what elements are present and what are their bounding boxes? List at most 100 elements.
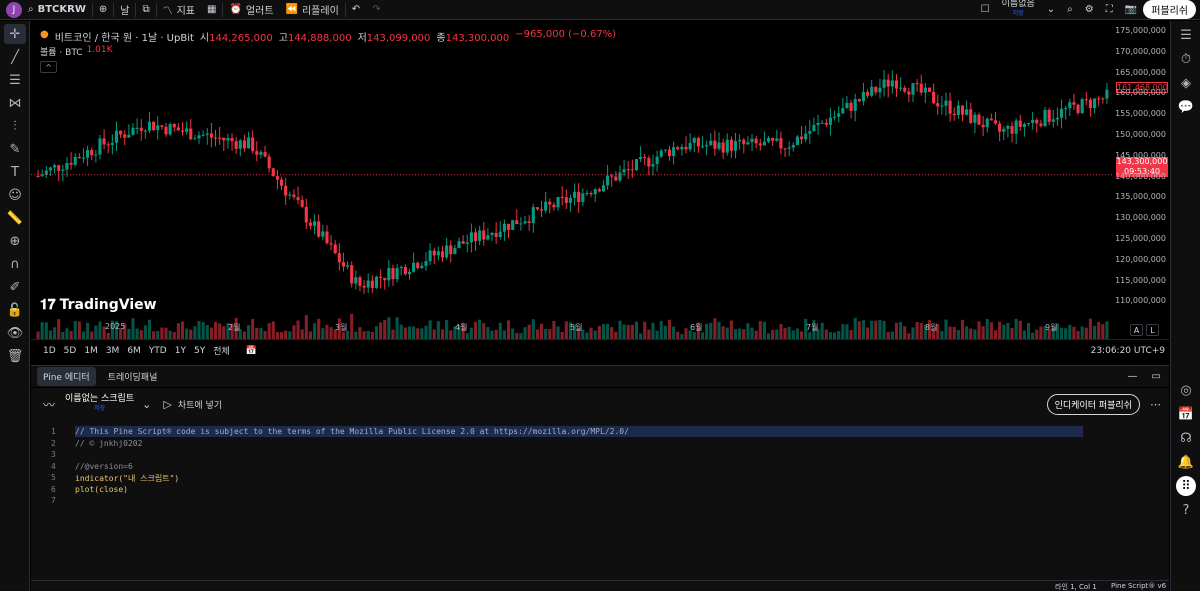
- interval-button[interactable]: 날: [114, 0, 135, 20]
- snapshot-button[interactable]: 📷: [1119, 0, 1143, 20]
- candle-body: [647, 157, 651, 167]
- fib-icon[interactable]: ☰: [4, 70, 26, 90]
- code-editor[interactable]: 1 // This Pine Script® code is subject to…: [31, 420, 1169, 580]
- layers-icon[interactable]: ◈: [1175, 73, 1197, 93]
- chevron-down-icon[interactable]: ⌄: [142, 398, 151, 411]
- pattern-icon[interactable]: ⋈: [4, 93, 26, 113]
- volume-bar: [36, 331, 40, 339]
- magnet-icon[interactable]: ∩: [4, 254, 26, 274]
- code-line[interactable]: plot(close): [75, 485, 128, 494]
- goto-date-icon[interactable]: 📅: [242, 346, 261, 356]
- candle-body: [193, 138, 197, 140]
- candle-body: [622, 169, 626, 173]
- alert-button[interactable]: ⏰ 얼러트: [223, 0, 279, 20]
- watchlist-icon[interactable]: ☰: [1175, 25, 1197, 45]
- calendar-icon[interactable]: 📅: [1175, 404, 1197, 424]
- alerts-clock-icon[interactable]: ⏱: [1175, 49, 1197, 69]
- legend-collapse-button[interactable]: ^: [40, 61, 57, 73]
- trash-icon[interactable]: 🗑: [4, 346, 26, 366]
- templates-button[interactable]: ▦: [201, 0, 222, 20]
- range-1d[interactable]: 1D: [39, 346, 60, 356]
- fullscreen-button[interactable]: ⛶: [1100, 0, 1119, 20]
- text-icon[interactable]: T: [4, 162, 26, 182]
- symbol-title[interactable]: 비트코인 / 한국 원 · 1날 · UpBit: [55, 29, 194, 44]
- code-line[interactable]: indicator("내 스크립트"): [75, 473, 179, 484]
- cursor-position[interactable]: 라인 1, Col 1: [1055, 582, 1097, 591]
- target-icon[interactable]: ◎: [1175, 380, 1197, 400]
- range-5d[interactable]: 5D: [60, 346, 81, 356]
- trendline-icon[interactable]: ╱: [4, 47, 26, 67]
- user-avatar[interactable]: J: [6, 1, 22, 18]
- forecast-icon[interactable]: ⫶: [4, 116, 26, 136]
- publish-button[interactable]: 퍼블리쉬: [1143, 0, 1196, 19]
- code-line[interactable]: // This Pine Script® code is subject to …: [75, 427, 629, 436]
- maximize-icon[interactable]: ▭: [1152, 371, 1161, 382]
- rss-icon[interactable]: ☊: [1175, 428, 1197, 448]
- chat-icon[interactable]: 💬: [1175, 97, 1197, 117]
- candle-body: [176, 127, 180, 131]
- layout-name[interactable]: 이름없음 저장: [996, 0, 1041, 20]
- settings-button[interactable]: ⚙: [1079, 0, 1100, 20]
- range-5y[interactable]: 5Y: [190, 346, 209, 356]
- bell-icon[interactable]: 🔔: [1175, 452, 1197, 472]
- brush-icon[interactable]: ✎: [4, 139, 26, 159]
- candle-body: [449, 245, 453, 255]
- volume-bar: [279, 332, 284, 339]
- apps-icon[interactable]: ⠿: [1176, 476, 1196, 496]
- quick-search-button[interactable]: ⌕: [1061, 0, 1079, 20]
- price-axis[interactable]: 161,468,000 143,300,000 09:53:40 A L ⚙ 1…: [1114, 21, 1170, 354]
- pencil-lock-icon[interactable]: ✐: [4, 277, 26, 297]
- candle-body: [626, 169, 630, 171]
- volume-bar: [189, 329, 193, 339]
- script-name[interactable]: 이름없는 스크립트 저장: [65, 395, 134, 413]
- candle-body: [932, 91, 936, 104]
- volume-bar: [857, 321, 861, 339]
- crosshair-icon[interactable]: ✛: [4, 24, 26, 44]
- more-icon[interactable]: ⋯: [1150, 398, 1161, 411]
- lock-icon[interactable]: 🔓: [4, 300, 26, 320]
- layout-toggle[interactable]: ☐: [975, 0, 996, 20]
- tab-trading-panel[interactable]: 트레이딩패널: [102, 367, 164, 386]
- range-3m[interactable]: 3M: [102, 346, 124, 356]
- code-line[interactable]: // © jnkhj0202: [75, 439, 142, 448]
- candle-body: [771, 137, 775, 141]
- layout-menu-button[interactable]: ⌄: [1041, 0, 1061, 20]
- replay-button[interactable]: ⏪ 리플레이: [280, 0, 345, 20]
- volume-bar: [407, 326, 412, 339]
- range-6m[interactable]: 6M: [123, 346, 145, 356]
- chart-type-button[interactable]: ⧉: [136, 0, 155, 20]
- volume-bar: [432, 329, 436, 339]
- symbol-search[interactable]: ⌕ BTCKRW: [22, 0, 92, 20]
- candle-body: [69, 162, 73, 165]
- range-1m[interactable]: 1M: [80, 346, 102, 356]
- auto-scale-button[interactable]: A: [1130, 324, 1143, 336]
- candlestick-chart[interactable]: [31, 21, 1114, 339]
- publish-indicator-button[interactable]: 인디케이터 퍼블리쉬: [1046, 393, 1140, 415]
- undo-button[interactable]: ↶: [346, 0, 366, 20]
- redo-button[interactable]: ↷: [366, 0, 386, 20]
- range-1y[interactable]: 1Y: [171, 346, 190, 356]
- emoji-icon[interactable]: ☺: [4, 185, 26, 205]
- compare-button[interactable]: ⊕: [93, 0, 113, 20]
- indicators-button[interactable]: 〽 지표: [157, 0, 201, 20]
- tab-pine-editor[interactable]: Pine 에디터: [37, 367, 96, 386]
- volume-bar: [841, 324, 845, 339]
- candle-body: [1068, 102, 1072, 109]
- volume-bar: [399, 324, 403, 339]
- undo-icon: ↶: [351, 4, 361, 15]
- zoom-icon[interactable]: ⊕: [4, 231, 26, 251]
- eye-icon[interactable]: 👁: [4, 323, 26, 343]
- volume-bar: [180, 321, 185, 339]
- candle-body: [849, 102, 853, 111]
- price-chart[interactable]: [31, 21, 1169, 339]
- log-scale-button[interactable]: L: [1146, 324, 1159, 336]
- ruler-icon[interactable]: 📏: [4, 208, 26, 228]
- range-ytd[interactable]: YTD: [145, 346, 171, 356]
- volume-bar: [416, 328, 420, 339]
- add-to-chart-button[interactable]: 차트에 넣기: [178, 398, 222, 411]
- help-icon[interactable]: ?: [1175, 500, 1197, 520]
- code-line[interactable]: //@version=6: [75, 462, 133, 471]
- minimize-icon[interactable]: —: [1128, 371, 1138, 382]
- range-전체[interactable]: 전체: [209, 344, 234, 357]
- clock[interactable]: 23:06:20 UTC+9: [1087, 346, 1169, 356]
